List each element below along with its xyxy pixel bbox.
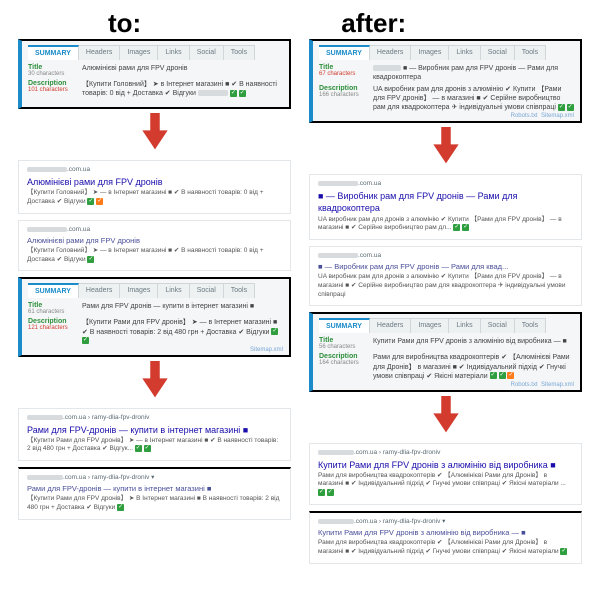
tab-tools[interactable]: Tools (515, 318, 546, 333)
column-before: SUMMARY Headers Images Links Social Tool… (18, 39, 291, 564)
serp-title[interactable]: Рами для FPV-дронів — купити в інтернет … (27, 424, 282, 436)
tab-summary[interactable]: SUMMARY (319, 45, 370, 60)
tab-social[interactable]: Social (481, 318, 515, 333)
title-label: Title (28, 64, 82, 71)
title-value: Рами для FPV дронів — купити в інтернет … (82, 302, 283, 315)
tab-social[interactable]: Social (190, 283, 224, 298)
tab-headers[interactable]: Headers (370, 45, 411, 60)
serp-title[interactable]: Алюмінієві рами для FPV дронів (27, 176, 282, 188)
seo-panel-1: SUMMARY Headers Images Links Social Tool… (309, 39, 582, 123)
title-chars: 30 characters (28, 71, 82, 77)
tab-images[interactable]: Images (411, 318, 449, 333)
desc-label: Description (28, 80, 82, 87)
tab-summary[interactable]: SUMMARY (28, 45, 79, 60)
heading-after: after: (341, 8, 406, 39)
seo-panel-1: SUMMARY Headers Images Links Social Tool… (18, 39, 291, 109)
serp-title[interactable]: ■ — Виробник рам для FPV дронів — Рами д… (318, 190, 573, 214)
desc-value: 【Купити Рами для FPV дронів】 ➤ — в Інтер… (82, 318, 283, 345)
tab-social[interactable]: Social (190, 45, 224, 60)
tab-summary[interactable]: SUMMARY (319, 318, 370, 333)
title-chars: 67 characters (319, 71, 373, 77)
arrow-icon (139, 361, 171, 404)
title-label: Title (319, 64, 373, 71)
desc-chars: 164 characters (319, 360, 373, 366)
arrow-icon (139, 113, 171, 156)
serp-title[interactable]: Купити Рами для FPV дронів з алюмінію ві… (318, 459, 573, 471)
serp-title[interactable]: Рами для FPV-дронів — купити в інтернет … (27, 484, 282, 494)
serp-preview: .com.ua ■ — Виробник рам для FPV дронів … (309, 246, 582, 306)
heading-to: to: (108, 8, 141, 39)
tab-images[interactable]: Images (120, 45, 158, 60)
serp-preview: .com.ua Алюмінієві рами для FPV дронів 【… (18, 220, 291, 272)
desc-label: Description (319, 85, 373, 92)
tab-links[interactable]: Links (449, 45, 480, 60)
tab-headers[interactable]: Headers (79, 283, 120, 298)
tab-headers[interactable]: Headers (370, 318, 411, 333)
title-chars: 56 characters (319, 344, 373, 350)
title-label: Title (28, 302, 82, 309)
tab-images[interactable]: Images (120, 283, 158, 298)
title-value: Купити Рами для FPV дронів з алюмінію ві… (373, 337, 574, 350)
title-value: ■ — Виробник рам для FPV дронів — Рами д… (373, 64, 574, 82)
tab-links[interactable]: Links (158, 45, 189, 60)
serp-title[interactable]: Купити Рами для FPV дронів з алюмінію ві… (318, 528, 573, 538)
tab-tools[interactable]: Tools (224, 283, 255, 298)
serp-preview: .com.ua › ramy-dlia-fpv-droniv Купити Ра… (309, 443, 582, 505)
serp-preview: .com.ua › ramy-dlia-fpv-droniv ▾ Рами дл… (18, 467, 291, 520)
tab-links[interactable]: Links (158, 283, 189, 298)
tab-social[interactable]: Social (481, 45, 515, 60)
serp-preview: .com.ua Алюмінієві рами для FPV дронів 【… (18, 160, 291, 214)
desc-value: Рами для виробництва квадрокоптерів ✔ 【А… (373, 353, 574, 380)
tabs: SUMMARY Headers Images Links Social Tool… (28, 45, 283, 60)
serp-title[interactable]: Алюмінієві рами для FPV дронів (27, 236, 282, 246)
title-chars: 61 characters (28, 309, 82, 315)
serp-title[interactable]: ■ — Виробник рам для FPV дронів — Рами д… (318, 262, 573, 272)
serp-preview: .com.ua › ramy-dlia-fpv-droniv ▾ Купити … (309, 511, 582, 564)
desc-value: 【Купити Головний】 ➤ в Інтернет магазині … (82, 80, 283, 98)
arrow-icon (430, 127, 462, 170)
desc-chars: 101 characters (28, 87, 82, 93)
arrow-icon (430, 396, 462, 439)
tab-summary[interactable]: SUMMARY (28, 283, 79, 298)
seo-panel-2: SUMMARY Headers Images Links Social Tool… (309, 312, 582, 391)
desc-chars: 166 characters (319, 92, 373, 98)
desc-chars: 121 characters (28, 325, 82, 331)
title-label: Title (319, 337, 373, 344)
title-value: Алюмінієві рами для FPV дронів (82, 64, 283, 77)
seo-panel-2: SUMMARY Headers Images Links Social Tool… (18, 277, 291, 356)
tab-links[interactable]: Links (449, 318, 480, 333)
tab-tools[interactable]: Tools (515, 45, 546, 60)
desc-label: Description (319, 353, 373, 360)
desc-label: Description (28, 318, 82, 325)
column-after: SUMMARY Headers Images Links Social Tool… (309, 39, 582, 564)
tab-tools[interactable]: Tools (224, 45, 255, 60)
desc-value: UA виробник рам для дронів з алюмінію ✔ … (373, 85, 574, 112)
serp-preview: .com.ua › ramy-dlia-fpv-droniv Рами для … (18, 408, 291, 462)
serp-preview: .com.ua ■ — Виробник рам для FPV дронів … (309, 174, 582, 240)
tab-headers[interactable]: Headers (79, 45, 120, 60)
tab-images[interactable]: Images (411, 45, 449, 60)
